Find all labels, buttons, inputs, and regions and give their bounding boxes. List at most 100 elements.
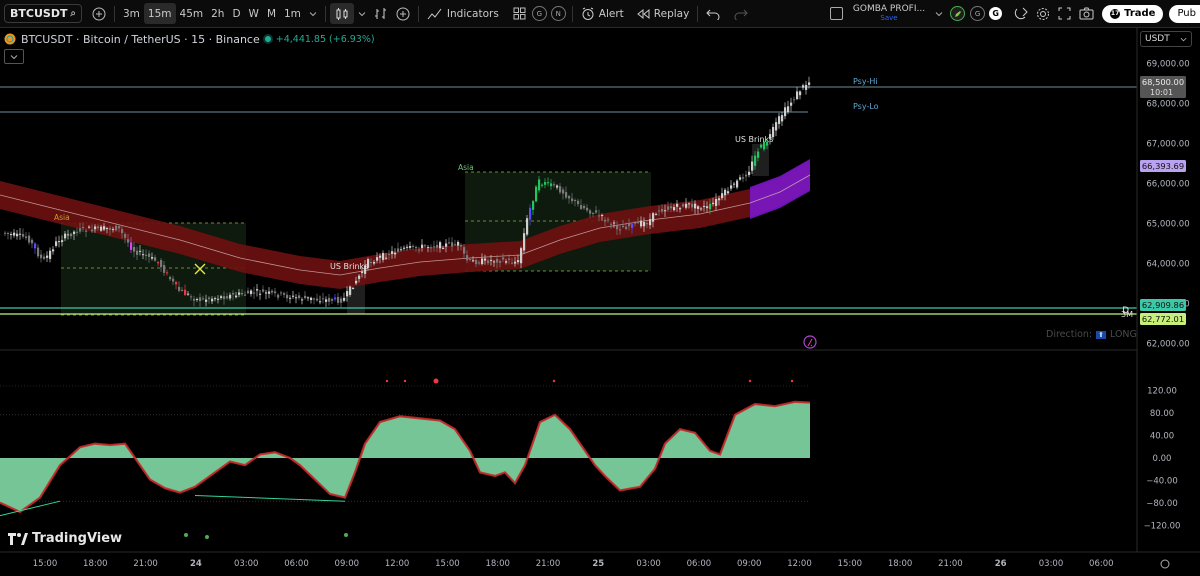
badge-g-user[interactable]: G [970,6,986,21]
candle-body [160,260,163,268]
symbol-title[interactable]: BTCUSDT · Bitcoin / TetherUS · 15 · Bina… [21,33,260,46]
candle-body [547,182,550,184]
interval-m[interactable]: M [263,3,280,24]
tradingview-mark-icon: 17 [1110,8,1121,19]
candle-body [469,258,472,260]
candle-body [721,193,724,199]
candle-body [472,260,475,262]
d-level-label: D [1122,306,1129,316]
price-tick: 66,000.00 [1146,180,1189,190]
candle-body [682,204,685,207]
separator [114,5,115,22]
legend-collapse-button[interactable] [4,49,24,64]
candle-body [475,260,478,265]
candle-body [355,280,358,284]
price-tag-bg [1140,76,1186,98]
replay-button[interactable]: Replay [632,3,694,24]
indicators-button[interactable]: Indicators [423,3,503,24]
templates-button[interactable] [509,3,530,24]
candle-body [529,207,532,220]
interval-d[interactable]: D [228,3,244,24]
screenshot-button[interactable] [1075,3,1098,24]
avatar[interactable]: G [989,7,1003,20]
time-tick: 15:00 [33,559,58,569]
candle-body [202,298,205,300]
badge-n[interactable]: N [550,6,566,21]
candle-body [808,82,811,85]
interval-w[interactable]: W [245,3,263,24]
candle-body [289,297,292,299]
fullscreen-button[interactable] [1054,3,1075,24]
interval-dropdown-button[interactable] [305,3,321,24]
candle-body [574,200,577,202]
object-tree-button[interactable] [1010,3,1032,24]
candle-body [685,203,688,208]
badge-g[interactable]: G [531,6,547,21]
candle-body [400,249,403,251]
candle-body [634,222,637,224]
trade-button[interactable]: 17 Trade [1102,4,1164,23]
candle-body [577,200,580,205]
undo-icon [706,9,720,20]
candle-body [7,233,10,235]
layout-dropdown[interactable] [931,3,947,24]
layout-checkbox[interactable] [826,3,847,24]
candle-body [619,229,622,231]
interval-15m[interactable]: 15m [143,3,176,24]
time-tick: 24 [190,559,202,569]
candle-body [61,240,64,243]
candle-body [109,228,112,230]
publish-button[interactable]: Pub [1169,4,1200,23]
candle-body [178,286,181,291]
settings-button[interactable] [1032,3,1054,24]
candle-body [805,84,808,90]
add-symbol-button[interactable] [88,3,110,24]
drawing-pencil-button[interactable] [950,6,966,21]
candle-body [466,255,469,261]
us-brinks-label: US Brinks [330,262,368,271]
interval-45m[interactable]: 45m [176,3,208,24]
currency-select[interactable]: USDT [1140,31,1192,47]
indicators-label: Indicators [446,7,499,20]
candle-body [256,289,259,291]
redo-button[interactable] [730,3,752,24]
price-chart[interactable]: Psy-HiPsy-LoAsiaAsiaUS BrinksUS BrinksD3… [0,0,1200,576]
candle-body [766,141,769,146]
interval-2h[interactable]: 2h [207,3,228,24]
interval-3m[interactable]: 3m [119,3,144,24]
candle-body [241,292,244,295]
candle-body [409,246,412,248]
divergence-line [0,500,61,517]
candle-body [550,183,553,187]
interval-1m[interactable]: 1m [280,3,305,24]
candle-body [586,207,589,211]
compare-button[interactable] [392,3,414,24]
undo-button[interactable] [702,3,724,24]
price-tick: 63,000.00 [1146,300,1189,310]
signal-dot [748,379,752,383]
chart-style-dropdown[interactable] [354,3,370,24]
candle-body [151,257,154,259]
candle-body [121,229,124,234]
bar-style-button[interactable] [370,3,392,24]
layout-name: GOMBA PROFI... [852,3,926,14]
alert-button[interactable]: Alert [577,3,628,24]
time-tick: 03:00 [636,559,661,569]
candle-body [133,247,136,252]
layout-name-block[interactable]: GOMBA PROFI... Save [852,3,926,23]
candle-body [346,291,349,297]
candle-body [238,292,241,295]
signal-dot [403,379,407,383]
symbol-search[interactable]: BTCUSDT ⌕ [4,4,82,23]
object-tree-icon [1014,7,1028,19]
candle-body [313,298,316,300]
candle-body [277,294,280,298]
signal-dot [552,379,556,383]
candle-body [742,177,745,179]
candle-body [43,256,46,259]
candle-body [802,85,805,88]
separator [417,5,419,22]
candle-body [526,218,529,235]
candle-body [271,290,274,293]
candles-style-button[interactable] [329,3,354,24]
